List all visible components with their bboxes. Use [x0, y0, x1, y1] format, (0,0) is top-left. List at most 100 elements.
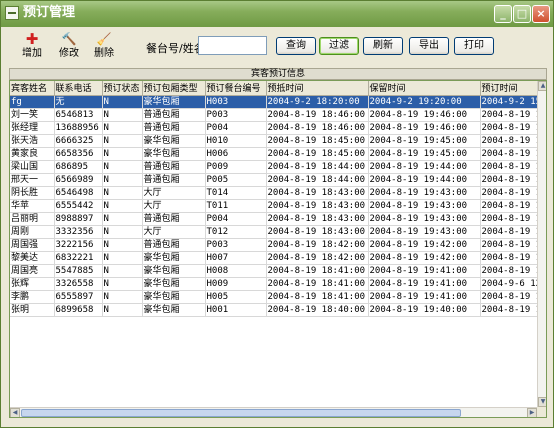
scroll-up-icon[interactable]: ▲	[538, 81, 546, 91]
table-row[interactable]: 李鹏 6555897 N 豪华包厢 H005 2004-8-19 18:41:00 2004…	[10, 290, 543, 304]
table-cell: N	[102, 277, 143, 291]
table-cell: 普通包厢	[142, 173, 206, 187]
scroll-right-icon[interactable]: ▶	[527, 408, 537, 417]
table-header-row: 宾客姓名 联系电话 预订状态 预订包厢类型 预订餐台编号 预抵时间 保留时间 预订时间	[10, 81, 543, 96]
window-menu-icon[interactable]	[5, 6, 19, 20]
table-cell: 普通包厢	[142, 108, 206, 122]
scroll-left-icon[interactable]: ◀	[10, 408, 20, 417]
table-row[interactable]: 张天浩 6666325 N 豪华包厢 H010 2004-8-19 18:45:00 200…	[10, 134, 543, 148]
table-cell: 2004-8-19 19:45:00	[368, 147, 481, 161]
filter-button[interactable]: 过滤	[319, 37, 359, 55]
table-row[interactable]: 张辉 3326558 N 豪华包厢 H009 2004-8-19 18:41:00 2004…	[10, 277, 543, 291]
toolbar: 增加 修改 删除 餐台号/姓名： 查询 过滤 刷新 导出 打印	[1, 27, 553, 67]
reservation-table: 宾客姓名 联系电话 预订状态 预订包厢类型 预订餐台编号 预抵时间 保留时间 预订时间 fg 无…	[10, 81, 543, 317]
table-cell: N	[102, 147, 143, 161]
column-header[interactable]: 宾客姓名	[10, 81, 55, 96]
column-header[interactable]: 预订包厢类型	[142, 81, 206, 96]
table-cell: 周国亮	[10, 264, 55, 278]
table-row[interactable]: 周国强 3222156 N 普通包厢 P003 2004-8-19 18:42:00 200…	[10, 238, 543, 252]
export-button[interactable]: 导出	[409, 37, 449, 55]
column-header[interactable]: 预订状态	[102, 81, 143, 96]
table-row[interactable]: 吕丽明 8988897 N 普通包厢 P004 2004-8-19 18:43:00 200…	[10, 212, 543, 226]
table-cell: 2004-8-19 19:44:00	[368, 173, 481, 187]
table-cell: 2004-8-19 1	[480, 134, 543, 148]
table-cell: 2004-8-19 19:41:00	[368, 264, 481, 278]
column-header[interactable]: 保留时间	[368, 81, 481, 96]
refresh-button[interactable]: 刷新	[363, 37, 403, 55]
table-row[interactable]: 邢天一 6566989 N 普通包厢 P005 2004-8-19 18:44:00 200…	[10, 173, 543, 187]
column-header[interactable]: 预订时间	[480, 81, 543, 96]
delete-button[interactable]: 删除	[87, 29, 121, 63]
delete-button-label: 删除	[94, 48, 114, 59]
table-row[interactable]: 周国亮 5547885 N 豪华包厢 H008 2004-8-19 18:41:00 200…	[10, 264, 543, 278]
maximize-button[interactable]: □	[513, 5, 531, 23]
table-cell: 大厅	[142, 186, 206, 200]
table-cell: 2004-8-19 19:43:00	[368, 199, 481, 213]
table-cell: 豪华包厢	[142, 277, 206, 291]
table-row[interactable]: 华苹 6555442 N 大厅 T011 2004-8-19 18:43:00 2004-8…	[10, 199, 543, 213]
search-input[interactable]	[198, 36, 267, 55]
table-cell: 普通包厢	[142, 160, 206, 174]
table-cell: 2004-8-19 18:43:00	[266, 225, 369, 239]
minimize-button[interactable]: _	[494, 5, 512, 23]
table-cell: N	[102, 121, 143, 135]
table-cell: 张明	[10, 303, 55, 317]
table-cell: 2004-8-19 19:43:00	[368, 212, 481, 226]
table-cell: N	[102, 212, 143, 226]
section-title: 宾客预订信息	[9, 68, 547, 80]
table-cell: H008	[205, 264, 267, 278]
table-cell: 2004-8-19 18:42:00	[266, 238, 369, 252]
table-cell: 李鹏	[10, 290, 55, 304]
table-cell: 2004-8-19 18:46:00	[266, 108, 369, 122]
close-button[interactable]: ×	[532, 5, 550, 23]
table-cell: 张经理	[10, 121, 55, 135]
table-row[interactable]: 黎美达 6832221 N 豪华包厢 H007 2004-8-19 18:42:00 200…	[10, 251, 543, 265]
table-cell: P009	[205, 160, 267, 174]
scrollbar-corner	[537, 407, 546, 417]
table-cell: P005	[205, 173, 267, 187]
add-button-label: 增加	[22, 48, 42, 59]
reservation-grid[interactable]: 宾客姓名 联系电话 预订状态 预订包厢类型 预订餐台编号 预抵时间 保留时间 预订时间 fg 无…	[9, 80, 547, 418]
table-cell: 5547885	[54, 264, 103, 278]
table-cell: 周国强	[10, 238, 55, 252]
query-button[interactable]: 查询	[276, 37, 316, 55]
table-cell: 2004-8-19 19:40:00	[368, 303, 481, 317]
table-cell: T014	[205, 186, 267, 200]
column-header[interactable]: 预订餐台编号	[205, 81, 267, 96]
table-cell: 6566989	[54, 173, 103, 187]
table-cell: 2004-8-19 1	[480, 173, 543, 187]
column-header[interactable]: 联系电话	[54, 81, 103, 96]
table-cell: 大厅	[142, 225, 206, 239]
table-row[interactable]: 张明 6899658 N 豪华包厢 H001 2004-8-19 18:40:00 2004…	[10, 303, 543, 317]
table-cell: P003	[205, 238, 267, 252]
table-row[interactable]: 张经理 13688956 N 普通包厢 P004 2004-8-19 18:46:00 20…	[10, 121, 543, 135]
edit-button-label: 修改	[59, 48, 79, 59]
print-button[interactable]: 打印	[454, 37, 494, 55]
table-cell: 2004-8-19 19:45:00	[368, 134, 481, 148]
horizontal-scrollbar[interactable]: ◀ ▶	[10, 407, 537, 417]
table-cell: 豪华包厢	[142, 95, 206, 109]
table-cell: 2004-8-19 1	[480, 199, 543, 213]
column-header[interactable]: 预抵时间	[266, 81, 369, 96]
table-row[interactable]: 黄家良 6658356 N 豪华包厢 H006 2004-8-19 18:45:00 200…	[10, 147, 543, 161]
table-row[interactable]: 阴长胜 6546498 N 大厅 T014 2004-8-19 18:43:00 2004-…	[10, 186, 543, 200]
table-cell: 3222156	[54, 238, 103, 252]
table-cell: 6832221	[54, 251, 103, 265]
table-cell: 6666325	[54, 134, 103, 148]
table-row[interactable]: fg 无 N 豪华包厢 H003 2004-9-2 18:20:00 2004-9-2 19…	[10, 95, 543, 109]
table-row[interactable]: 周刚 3332356 N 大厅 T012 2004-8-19 18:43:00 2004-8…	[10, 225, 543, 239]
horizontal-scroll-thumb[interactable]	[21, 409, 461, 417]
table-cell: 2004-8-19 18:43:00	[266, 199, 369, 213]
table-row[interactable]: 刘一笑 6546813 N 普通包厢 P003 2004-8-19 18:46:00 200…	[10, 108, 543, 122]
add-button[interactable]: 增加	[15, 29, 49, 63]
table-row[interactable]: 梁山国 686895 N 普通包厢 P009 2004-8-19 18:44:00 2004…	[10, 160, 543, 174]
table-cell: 2004-8-19 1	[480, 238, 543, 252]
table-cell: 2004-8-19 18:41:00	[266, 264, 369, 278]
add-icon	[24, 31, 40, 47]
scroll-down-icon[interactable]: ▼	[538, 397, 546, 407]
table-cell: 普通包厢	[142, 238, 206, 252]
table-cell: P004	[205, 121, 267, 135]
vertical-scrollbar[interactable]: ▲ ▼	[537, 81, 546, 407]
edit-button[interactable]: 修改	[52, 29, 86, 63]
title-bar[interactable]: 预订管理 _ □ ×	[1, 1, 553, 27]
